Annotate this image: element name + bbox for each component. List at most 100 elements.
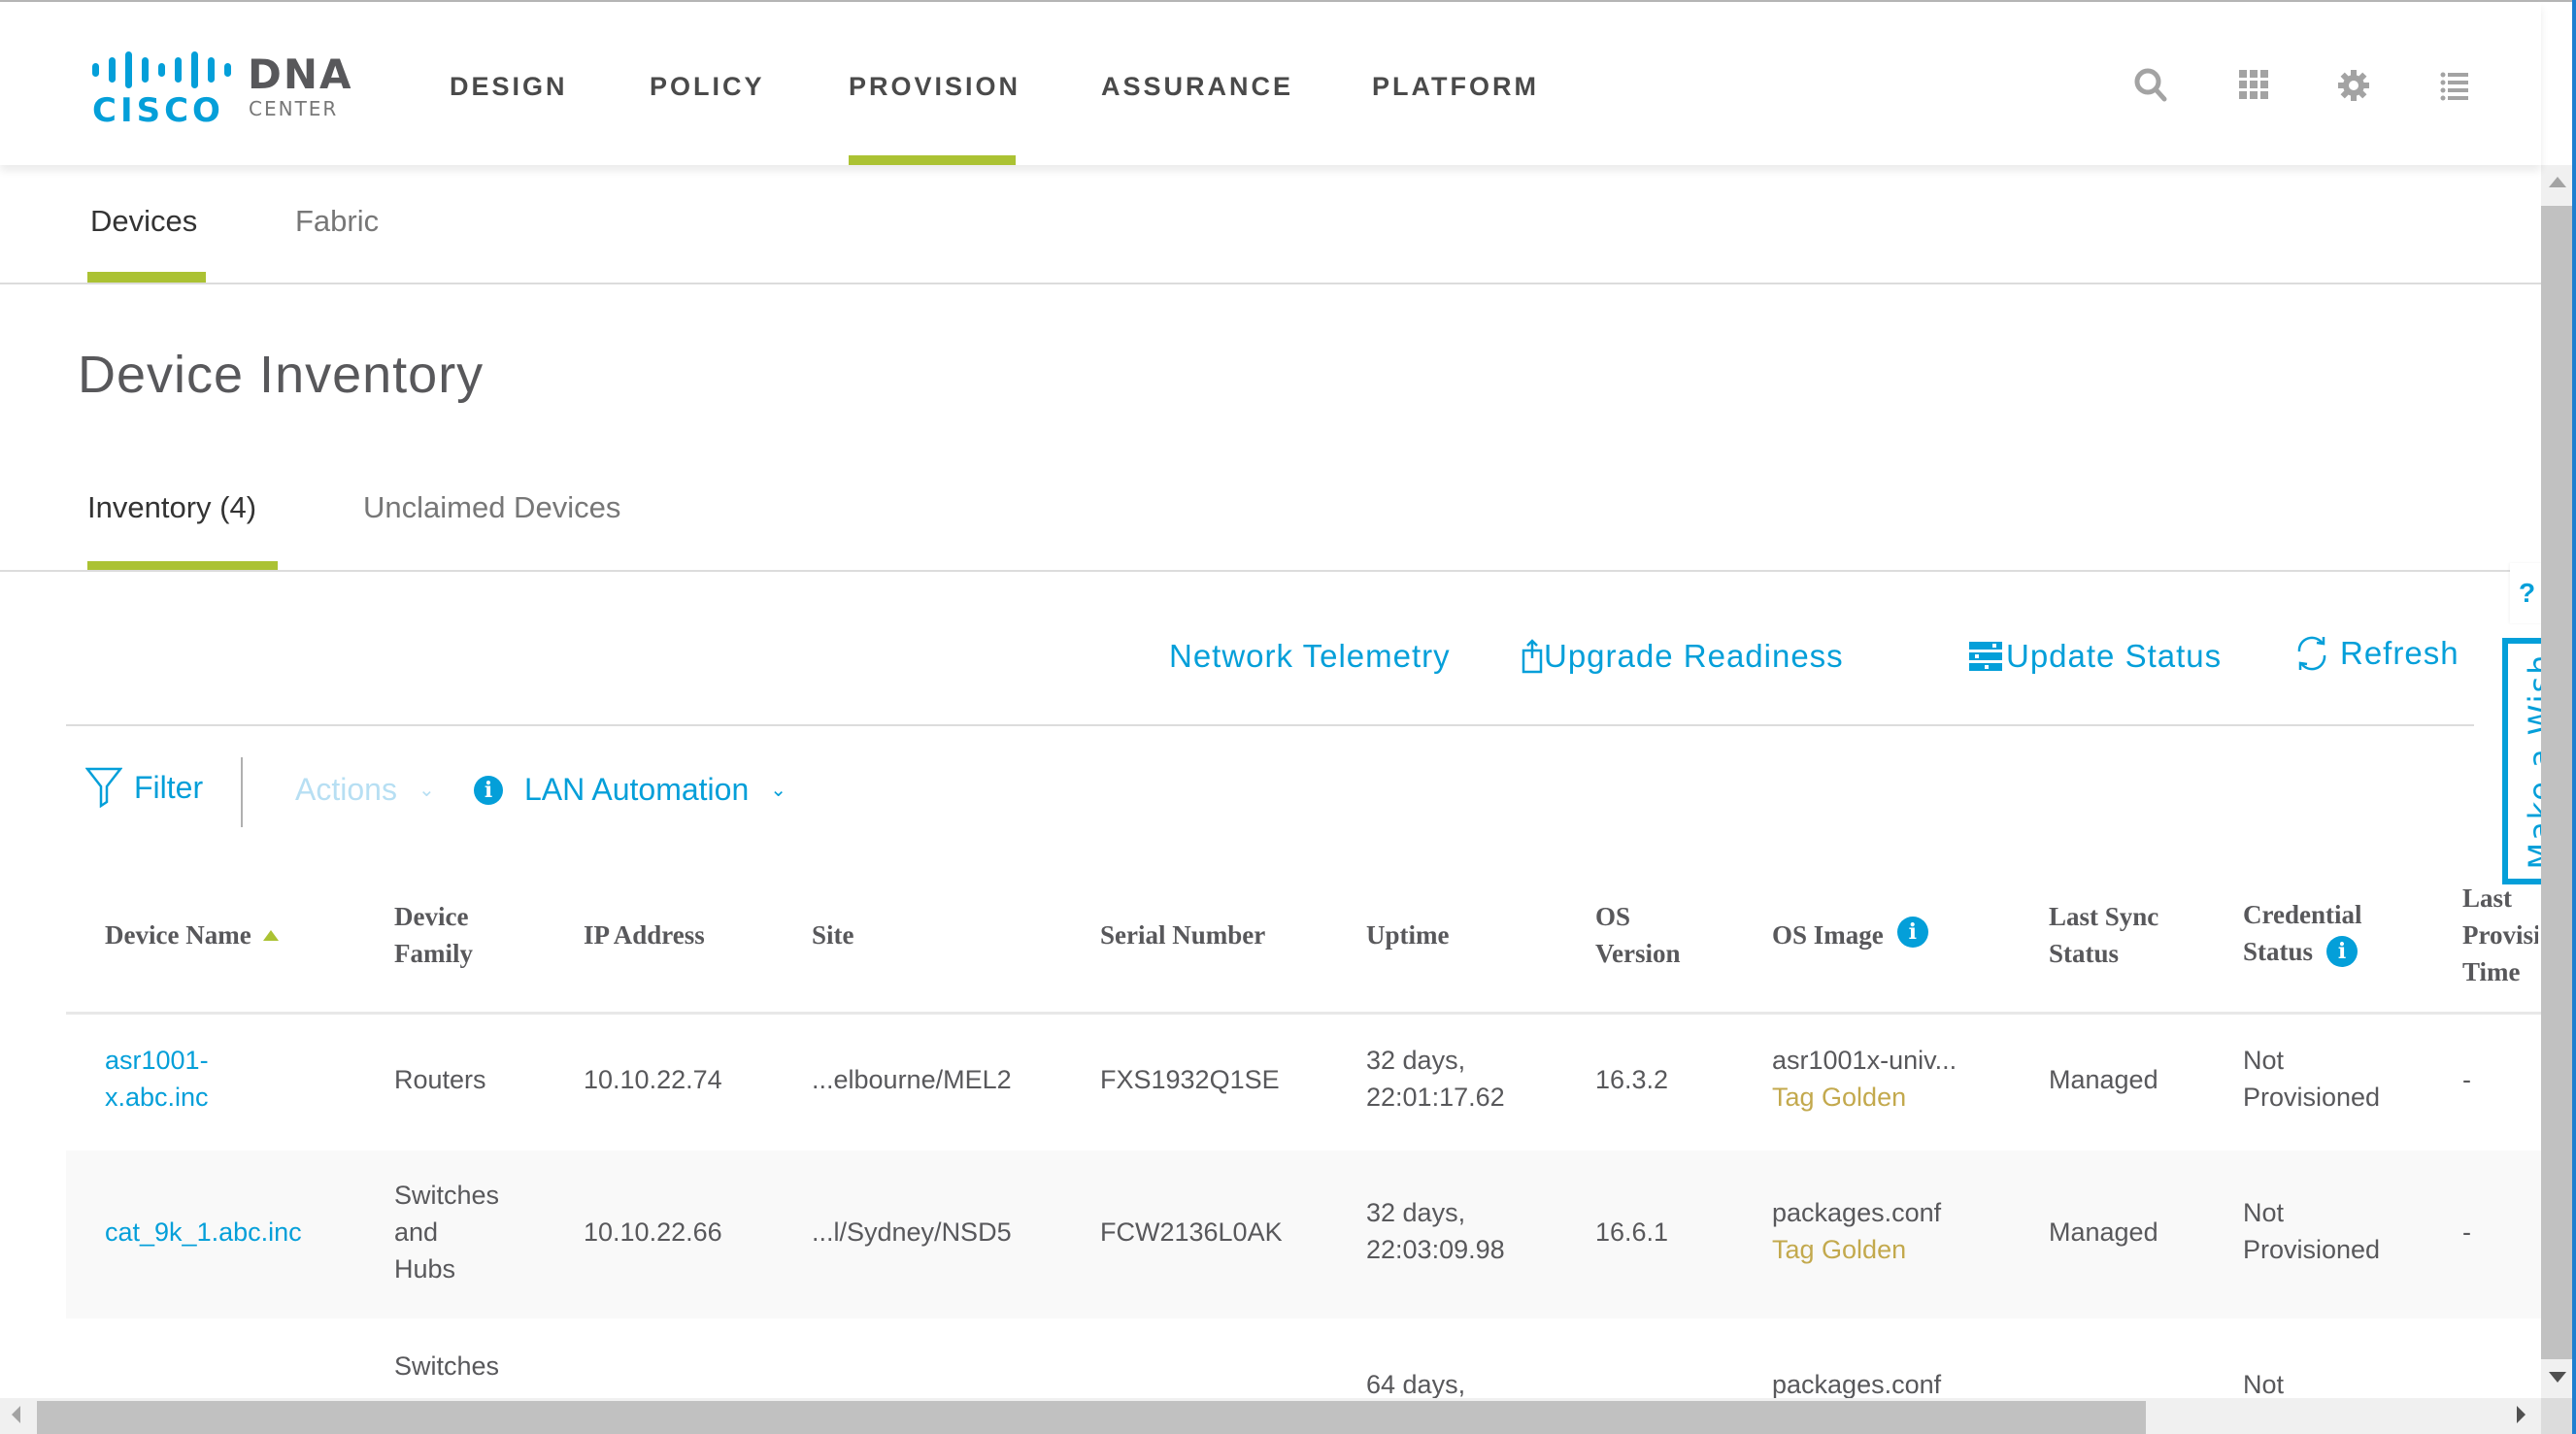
last-provision-time-cell: - — [2462, 1065, 2471, 1094]
site-cell: ...elbourne/MEL2 — [812, 1065, 1012, 1094]
inventory-tab-divider — [0, 570, 2541, 572]
column-header-device-name[interactable]: Device Name — [105, 917, 279, 953]
chevron-down-icon: ⌄ — [418, 780, 435, 801]
device-family-cell: Switches — [394, 1351, 500, 1381]
device-family-text: and — [394, 1217, 439, 1247]
column-header-label: OS — [1595, 902, 1631, 931]
nav-assurance[interactable]: ASSURANCE — [1101, 72, 1293, 102]
nav-design[interactable]: DESIGN — [450, 72, 568, 102]
uptime-text: 22:03:09.98 — [1366, 1235, 1505, 1264]
refresh-button[interactable]: Refresh — [2293, 634, 2459, 673]
column-header-label: Status — [2243, 937, 2314, 966]
column-header-label: Credential — [2243, 900, 2362, 929]
credential-status-text: Not — [2243, 1198, 2285, 1227]
actions-dropdown[interactable]: Actions ⌄ — [295, 772, 435, 808]
refresh-label: Refresh — [2340, 635, 2459, 671]
ip-address-cell: 10.10.22.74 — [584, 1065, 722, 1094]
cisco-logo[interactable]: CISCO — [92, 50, 231, 130]
network-telemetry-link[interactable]: Network Telemetry — [1169, 638, 1451, 675]
apps-grid-icon[interactable] — [2235, 66, 2274, 105]
column-header-label: Time — [2462, 957, 2521, 986]
subtab-active-indicator — [87, 272, 206, 283]
os-image-cell: asr1001x-univ... Tag Golden — [1772, 1042, 1957, 1116]
uptime-text: 22:01:17.62 — [1366, 1083, 1505, 1112]
device-name-link[interactable]: asr1001- x.abc.inc — [105, 1042, 209, 1116]
column-header-site[interactable]: Site — [812, 917, 854, 953]
tab-unclaimed-devices[interactable]: Unclaimed Devices — [363, 490, 620, 525]
credential-status-text: Provisioned — [2243, 1083, 2381, 1112]
golden-tag: Tag Golden — [1772, 1083, 1907, 1112]
tab-inventory[interactable]: Inventory (4) — [87, 490, 256, 525]
column-header-serial-number[interactable]: Serial Number — [1100, 917, 1265, 953]
cisco-wordmark: CISCO — [92, 91, 224, 130]
upgrade-readiness-link[interactable]: Upgrade Readiness — [1521, 638, 1844, 675]
nav-active-indicator — [849, 155, 1016, 165]
scroll-right-arrow-icon[interactable] — [2517, 1406, 2526, 1423]
page-title: Device Inventory — [78, 346, 485, 404]
horizontal-scrollbar-thumb[interactable] — [37, 1401, 2146, 1434]
column-header-last-provision-time[interactable]: Last Provisi Time — [2462, 880, 2538, 990]
device-family-cell: Routers — [394, 1065, 486, 1094]
window-right-border — [2572, 0, 2576, 1434]
nav-provision[interactable]: PROVISION — [849, 72, 1020, 102]
column-header-os-image[interactable]: OS Image i — [1772, 917, 1928, 953]
column-header-label: Family — [394, 939, 473, 968]
ip-address-cell: 10.10.22.66 — [584, 1217, 722, 1247]
column-header-last-sync-status[interactable]: Last Sync Status — [2049, 898, 2158, 972]
column-header-label: Device — [394, 902, 469, 931]
update-status-label: Update Status — [2006, 638, 2223, 674]
tab-devices[interactable]: Devices — [90, 204, 197, 239]
uptime-cell: 32 days, 22:03:09.98 — [1366, 1194, 1505, 1268]
site-cell: ...l/Sydney/NSD5 — [812, 1217, 1012, 1247]
sort-ascending-icon — [262, 929, 279, 941]
credential-status-cell: Not Provisioned — [2243, 1042, 2380, 1116]
device-family-text: Hubs — [394, 1254, 456, 1284]
info-icon[interactable]: i — [1896, 917, 1928, 948]
column-header-label: OS Image — [1772, 920, 1884, 950]
toolbar-divider — [241, 757, 243, 827]
actions-divider — [66, 724, 2474, 726]
scroll-up-arrow-icon[interactable] — [2549, 177, 2566, 187]
scroll-down-arrow-icon[interactable] — [2549, 1372, 2566, 1383]
lan-automation-label: LAN Automation — [524, 772, 750, 807]
uptime-text: 32 days, — [1366, 1046, 1466, 1075]
column-header-credential-status[interactable]: Credential Status i — [2243, 896, 2362, 970]
scroll-left-arrow-icon[interactable] — [12, 1406, 20, 1423]
nav-platform[interactable]: PLATFORM — [1372, 72, 1539, 102]
serial-number-cell: FCW2136L0AK — [1100, 1217, 1283, 1247]
golden-tag: Tag Golden — [1772, 1235, 1907, 1264]
column-header-label: Device Name — [105, 920, 251, 950]
column-header-device-family[interactable]: Device Family — [394, 898, 473, 972]
filter-button[interactable]: Filter — [84, 767, 204, 809]
search-icon[interactable] — [2132, 66, 2171, 105]
lan-automation-dropdown[interactable]: i LAN Automation ⌄ — [474, 772, 786, 808]
filter-icon — [84, 767, 123, 809]
help-button[interactable]: ? — [2510, 563, 2544, 623]
update-status-icon — [1969, 642, 2002, 671]
device-name-text: x.abc.inc — [105, 1083, 209, 1112]
device-family-cell: Switches and Hubs — [394, 1177, 499, 1287]
update-status-link[interactable]: Update Status — [1969, 638, 2222, 675]
os-image-cell: packages.conf Tag Golden — [1772, 1194, 1941, 1268]
info-icon[interactable]: i — [474, 775, 503, 805]
credential-status-text: Not — [2243, 1046, 2285, 1075]
upgrade-readiness-label: Upgrade Readiness — [1544, 638, 1844, 674]
last-provision-time-cell: - — [2462, 1217, 2471, 1247]
gear-icon[interactable] — [2334, 66, 2373, 105]
filter-label: Filter — [134, 769, 204, 805]
info-icon[interactable]: i — [2326, 936, 2359, 967]
column-header-uptime[interactable]: Uptime — [1366, 917, 1449, 953]
product-subname: CENTER — [249, 97, 339, 120]
column-header-os-version[interactable]: OS Version — [1595, 898, 1681, 972]
product-name: DNA — [248, 50, 353, 98]
subtab-divider — [0, 283, 2541, 284]
table-header-divider — [66, 1012, 2541, 1015]
nav-policy[interactable]: POLICY — [650, 72, 765, 102]
column-header-label: Version — [1595, 939, 1681, 968]
tab-fabric[interactable]: Fabric — [295, 204, 379, 239]
list-icon[interactable] — [2435, 66, 2474, 105]
vertical-scrollbar-thumb[interactable] — [2541, 206, 2572, 1359]
device-name-link[interactable]: cat_9k_1.abc.inc — [105, 1214, 302, 1251]
column-header-label: Provisi — [2462, 920, 2538, 950]
column-header-ip-address[interactable]: IP Address — [584, 917, 705, 953]
